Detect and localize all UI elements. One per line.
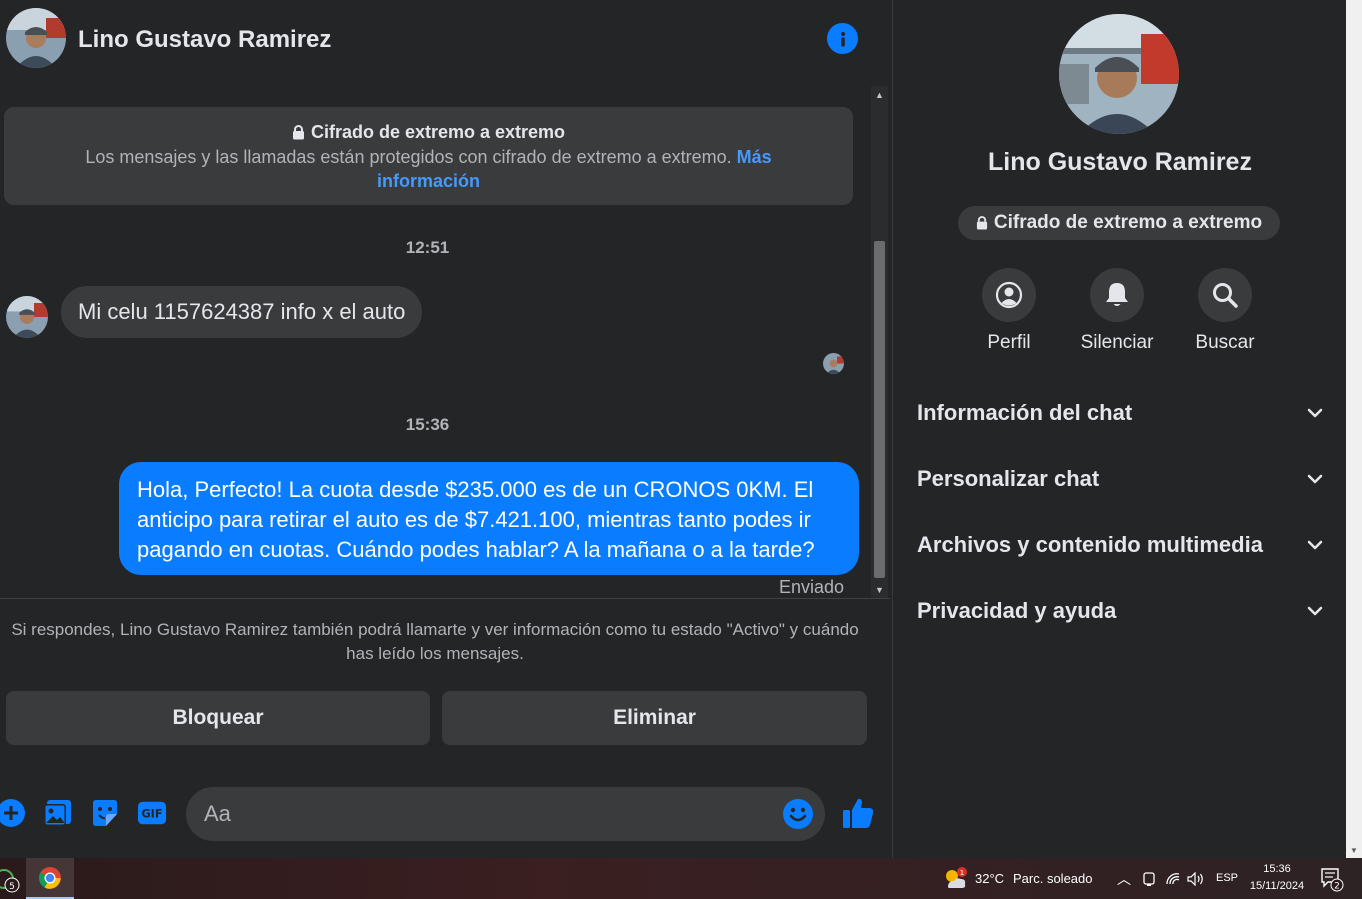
message-request-notice: Si respondes, Lino Gustavo Ramirez tambi… <box>11 620 859 663</box>
profile-action-label: Perfil <box>987 332 1031 353</box>
chat-title[interactable]: Lino Gustavo Ramirez <box>78 26 331 54</box>
scroll-down-arrow-icon[interactable]: ▼ <box>1346 842 1362 858</box>
conversation-info-panel: Lino Gustavo Ramirez Cifrado de extremo … <box>892 0 1346 858</box>
language-indicator[interactable]: ESP <box>1216 872 1238 884</box>
mute-action[interactable]: Silenciar <box>1072 268 1162 354</box>
encryption-chip[interactable]: Cifrado de extremo a extremo <box>958 206 1280 240</box>
chat-header: Lino Gustavo Ramirez <box>0 0 890 80</box>
weather-badge: 1 <box>960 869 964 877</box>
message-timestamp: 12:51 <box>405 238 450 257</box>
clock-date[interactable]: 15/11/2024 <box>1248 880 1306 892</box>
chevron-down-icon <box>1307 606 1323 616</box>
message-input[interactable] <box>204 787 764 841</box>
plus-icon[interactable] <box>0 798 26 828</box>
device-icon[interactable] <box>1140 858 1158 899</box>
taskbar-app-notifications[interactable]: 5 <box>0 858 22 899</box>
search-icon <box>1213 283 1238 308</box>
mute-action-label: Silenciar <box>1080 332 1154 353</box>
sticker-icon[interactable] <box>90 798 120 828</box>
outgoing-message[interactable]: Hola, Perfecto! La cuota desde $235.000 … <box>119 462 859 575</box>
chrome-icon <box>39 866 61 889</box>
sender-avatar[interactable] <box>6 296 48 338</box>
message-list: Cifrado de extremo a extremo Los mensaje… <box>0 86 870 598</box>
scroll-up-arrow-icon[interactable]: ▲ <box>871 86 888 103</box>
section-privacy-support[interactable]: Privacidad y ayuda <box>917 587 1323 635</box>
section-customize-chat[interactable]: Personalizar chat <box>917 455 1323 503</box>
chevron-down-icon <box>1307 540 1323 550</box>
encryption-banner-text: Los mensajes y las llamadas están proteg… <box>85 147 732 167</box>
weather-desc[interactable]: Parc. soleado <box>1013 871 1093 886</box>
taskbar: 5 1 32°C Parc. soleado ︿ ESP 15:36 15/11… <box>0 858 1362 899</box>
wifi-icon[interactable] <box>1164 858 1182 899</box>
profile-photo[interactable] <box>1059 14 1179 134</box>
chat-pane: Lino Gustavo Ramirez Cifrado de extremo … <box>0 0 890 858</box>
chevron-up-icon[interactable]: ︿ <box>1117 869 1131 889</box>
conversation-info-icon[interactable] <box>827 23 858 54</box>
chevron-down-icon <box>1307 408 1323 418</box>
volume-icon[interactable] <box>1186 858 1206 899</box>
chevron-down-icon <box>1307 474 1323 484</box>
lock-icon <box>976 216 987 230</box>
clock-time[interactable]: 15:36 <box>1248 863 1306 875</box>
composer: GIF <box>0 780 890 850</box>
taskbar-chrome[interactable] <box>26 858 74 899</box>
encryption-chip-label: Cifrado de extremo a extremo <box>993 212 1263 233</box>
delete-button[interactable]: Eliminar <box>442 691 867 745</box>
weather-temp[interactable]: 32°C <box>975 871 1004 886</box>
scroll-thumb[interactable] <box>874 241 885 578</box>
profile-action[interactable]: Perfil <box>964 268 1054 354</box>
message-status: Enviado <box>778 577 844 597</box>
contact-avatar[interactable] <box>6 8 66 68</box>
notification-center-icon[interactable]: 2 <box>1318 858 1346 899</box>
profile-name: Lino Gustavo Ramirez <box>988 148 1252 176</box>
profile-icon <box>995 281 1023 309</box>
section-media-files[interactable]: Archivos y contenido multimedia <box>917 521 1323 569</box>
svg-text:GIF: GIF <box>141 808 162 821</box>
bell-icon <box>1106 283 1128 306</box>
encryption-banner-title: Cifrado de extremo a extremo <box>310 122 566 142</box>
search-action[interactable]: Buscar <box>1180 268 1270 354</box>
thumbs-up-icon[interactable] <box>841 796 875 830</box>
notifications-count: 2 <box>1334 881 1340 891</box>
gif-icon[interactable]: GIF <box>137 798 167 828</box>
scroll-down-arrow-icon[interactable]: ▼ <box>871 581 888 598</box>
message-timestamp: 15:36 <box>405 415 450 434</box>
emoji-icon[interactable] <box>782 798 814 830</box>
divider <box>0 598 890 599</box>
search-action-label: Buscar <box>1195 332 1255 353</box>
page-scrollbar[interactable]: ▼ <box>1346 0 1362 858</box>
message-input-container <box>186 787 825 841</box>
taskbar-badge: 5 <box>9 882 15 892</box>
seen-receipt-avatar <box>823 353 844 374</box>
incoming-message[interactable]: Mi celu 1157624387 info x el auto <box>61 286 423 338</box>
weather-widget-icon[interactable]: 1 <box>940 858 970 899</box>
section-chat-info[interactable]: Información del chat <box>917 389 1323 437</box>
encryption-banner: Cifrado de extremo a extremo Los mensaje… <box>4 107 853 205</box>
message-scrollbar[interactable]: ▲ ▼ <box>871 86 888 598</box>
lock-icon <box>292 125 304 140</box>
block-button[interactable]: Bloquear <box>6 691 430 745</box>
image-icon[interactable] <box>43 798 73 828</box>
